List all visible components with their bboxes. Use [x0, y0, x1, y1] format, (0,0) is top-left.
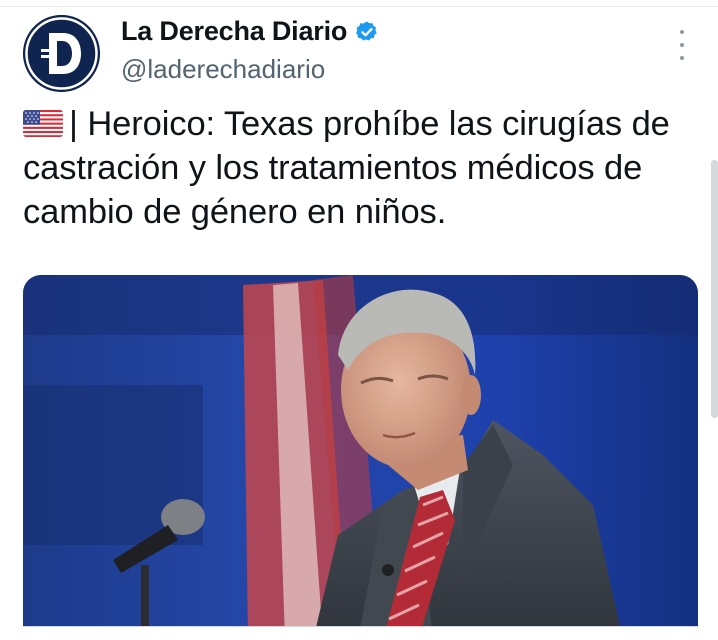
tweet-body: Heroico: Texas prohíbe las cirugías de c… — [23, 105, 670, 231]
name-row: La Derecha Diario — [121, 16, 379, 47]
account-handle[interactable]: @laderechadiario — [121, 54, 325, 85]
tweet: La Derecha Diario @laderechadiario | Her… — [0, 0, 718, 640]
text-separator: | — [69, 105, 88, 143]
tweet-text: | Heroico: Texas prohíbe las cirugías de… — [23, 102, 703, 234]
avatar-logo-icon — [23, 15, 100, 92]
more-options-icon[interactable] — [668, 30, 696, 60]
media-card-footer — [23, 626, 698, 640]
us-flag-icon — [23, 110, 63, 137]
divider — [0, 6, 718, 7]
tweet-photo[interactable] — [23, 275, 698, 640]
scrollbar[interactable] — [711, 160, 718, 418]
avatar[interactable] — [23, 15, 100, 92]
verified-badge-icon — [355, 20, 379, 44]
display-name[interactable]: La Derecha Diario — [121, 16, 347, 47]
photo-man-at-microphone-icon — [23, 275, 698, 640]
